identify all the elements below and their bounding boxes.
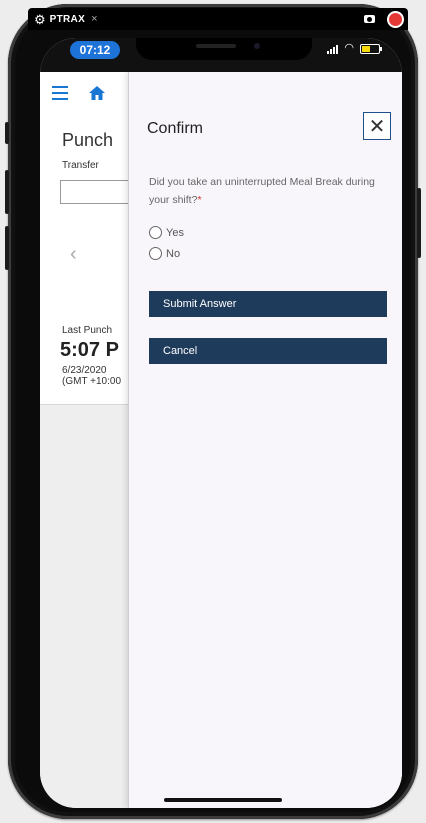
radio-option-no[interactable]: No [149,247,180,260]
notch [136,38,312,60]
close-icon: ✕ [368,115,386,138]
submit-answer-button[interactable]: Submit Answer [149,291,387,317]
recorder-close-icon[interactable]: × [91,13,97,25]
wifi-icon: ◠ [344,42,354,54]
status-bar: 07:12 ◠ [40,38,402,72]
hamburger-menu-icon[interactable] [52,86,68,100]
phone-screen: 07:12 ◠ Punch Transfer ‹ Last Punch 5:07… [40,38,402,808]
close-button[interactable]: ✕ [363,112,391,140]
question-text: Did you take an uninterrupted Meal Break… [149,176,375,206]
side-button-volume-up [5,170,9,214]
camera-icon[interactable] [364,15,375,23]
record-icon[interactable] [389,12,402,26]
side-button-mute [5,122,9,144]
home-icon[interactable] [88,84,106,102]
dialog-title: Confirm [147,120,204,137]
last-punch-time: 5:07 P [60,339,119,361]
last-punch-date: 6/23/2020 (GMT +10:00 [62,365,121,387]
page-title: Punch [62,130,114,150]
gear-icon[interactable]: ⚙ [34,13,46,26]
screen-recorder-bar: ⚙ PTRAX × [28,8,408,30]
chevron-left-icon[interactable]: ‹ [70,243,77,266]
meal-break-question: Did you take an uninterrupted Meal Break… [149,173,385,209]
radio-button-yes[interactable] [149,226,162,239]
last-punch-timezone: (GMT +10:00 [62,376,122,387]
side-button-power [417,188,421,258]
status-icons: ◠ [327,42,382,54]
recorder-app-name: PTRAX [49,13,86,25]
home-indicator [164,798,282,802]
side-button-volume-down [5,226,9,270]
confirm-dialog: Confirm ✕ Did you take an uninterrupted … [128,72,402,808]
required-marker: * [197,194,202,206]
battery-icon [360,43,382,54]
radio-option-yes[interactable]: Yes [149,226,184,239]
signal-icon [327,44,339,54]
transfer-label: Transfer [62,160,99,171]
last-punch-date-value: 6/23/2020 [62,365,107,376]
cancel-button[interactable]: Cancel [149,338,387,364]
radio-label-yes: Yes [166,226,184,239]
last-punch-label: Last Punch [62,325,113,336]
status-time: 07:12 [70,41,120,59]
radio-button-no[interactable] [149,247,162,260]
radio-label-no: No [166,247,181,260]
phone-frame: 07:12 ◠ Punch Transfer ‹ Last Punch 5:07… [5,4,421,819]
